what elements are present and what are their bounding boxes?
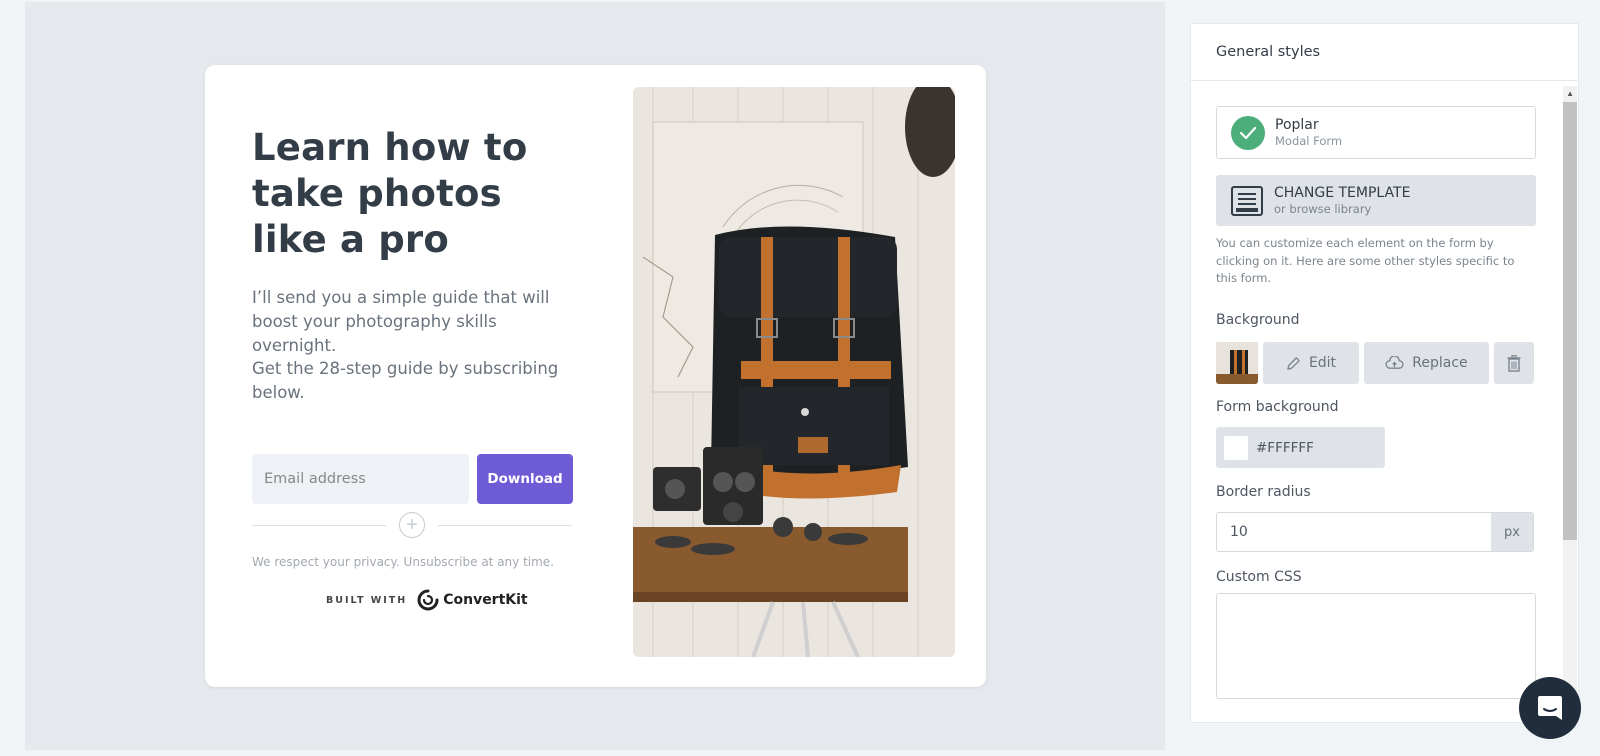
chat-icon: [1538, 696, 1562, 720]
download-button[interactable]: Download: [477, 454, 573, 504]
template-icon: [1231, 185, 1263, 216]
check-icon: [1231, 115, 1265, 150]
edit-label: Edit: [1308, 355, 1337, 371]
chat-launcher-button[interactable]: [1519, 677, 1581, 739]
trash-icon: [1507, 354, 1521, 372]
panel-header: General styles: [1191, 24, 1578, 81]
border-radius-input[interactable]: 10: [1217, 513, 1491, 551]
cloud-upload-icon: [1385, 355, 1404, 369]
custom-css-label: Custom CSS: [1216, 569, 1302, 585]
form-subtext-1[interactable]: I’ll send you a simple guide that will b…: [252, 286, 582, 358]
background-controls: Edit Replace: [1216, 342, 1534, 384]
form-content: Learn how to take photos like a pro I’ll…: [252, 65, 582, 687]
border-radius-label: Border radius: [1216, 484, 1311, 500]
form-headline[interactable]: Learn how to take photos like a pro: [252, 125, 582, 263]
convertkit-logo-icon: [417, 589, 439, 611]
form-background-color-field[interactable]: #FFFFFF: [1216, 427, 1385, 468]
form-canvas: Learn how to take photos like a pro I’ll…: [25, 2, 1165, 750]
pencil-icon: [1287, 356, 1300, 370]
help-text: You can customize each element on the fo…: [1216, 236, 1515, 285]
built-with-label: BUILT WITH: [326, 594, 408, 606]
form-background-label: Form background: [1216, 399, 1339, 415]
replace-label: Replace: [1412, 355, 1468, 371]
form-subtext-2[interactable]: Get the 28-step guide by subscribing bel…: [252, 357, 582, 405]
plus-circle-icon[interactable]: +: [399, 512, 425, 538]
change-template-title: CHANGE TEMPLATE: [1274, 185, 1411, 201]
divider-right: [438, 525, 572, 526]
custom-css-textarea[interactable]: [1216, 593, 1536, 699]
change-template-text: CHANGE TEMPLATE or browse library: [1274, 185, 1410, 216]
scrollbar-thumb[interactable]: [1563, 102, 1577, 540]
privacy-text[interactable]: We respect your privacy. Unsubscribe at …: [252, 555, 582, 569]
form-background-value[interactable]: #FFFFFF: [1256, 440, 1314, 456]
delete-background-button[interactable]: [1494, 342, 1534, 384]
change-template-button[interactable]: CHANGE TEMPLATE or browse library: [1216, 175, 1536, 226]
app: Learn how to take photos like a pro I’ll…: [0, 0, 1600, 756]
current-template-card[interactable]: Poplar Modal Form: [1216, 106, 1536, 159]
color-swatch[interactable]: [1224, 435, 1248, 460]
background-thumbnail[interactable]: [1216, 342, 1258, 384]
replace-background-button[interactable]: Replace: [1364, 342, 1489, 384]
scroll-up-icon[interactable]: ▲: [1566, 89, 1574, 98]
background-label: Background: [1216, 312, 1300, 328]
form-image[interactable]: [633, 87, 955, 657]
template-info: Poplar Modal Form: [1275, 117, 1342, 148]
backpack-photo: [633, 87, 955, 657]
divider-left: [252, 525, 386, 526]
panel-title: General styles: [1216, 44, 1321, 60]
change-template-subtitle: or browse library: [1274, 202, 1372, 216]
form-preview-card[interactable]: Learn how to take photos like a pro I’ll…: [205, 65, 986, 687]
email-input[interactable]: Email address: [252, 454, 469, 504]
convertkit-brand-text: ConvertKit: [443, 592, 528, 608]
template-type: Modal Form: [1275, 134, 1343, 148]
convertkit-logo: ConvertKit: [417, 589, 528, 611]
general-styles-panel: General styles ▲ Poplar Modal Form CHANG…: [1190, 23, 1579, 723]
template-name: Poplar: [1275, 117, 1319, 133]
built-with-badge[interactable]: BUILT WITH ConvertKit: [326, 589, 528, 611]
border-radius-field[interactable]: 10 px: [1216, 512, 1534, 552]
border-radius-unit: px: [1491, 513, 1533, 551]
edit-background-button[interactable]: Edit: [1263, 342, 1359, 384]
